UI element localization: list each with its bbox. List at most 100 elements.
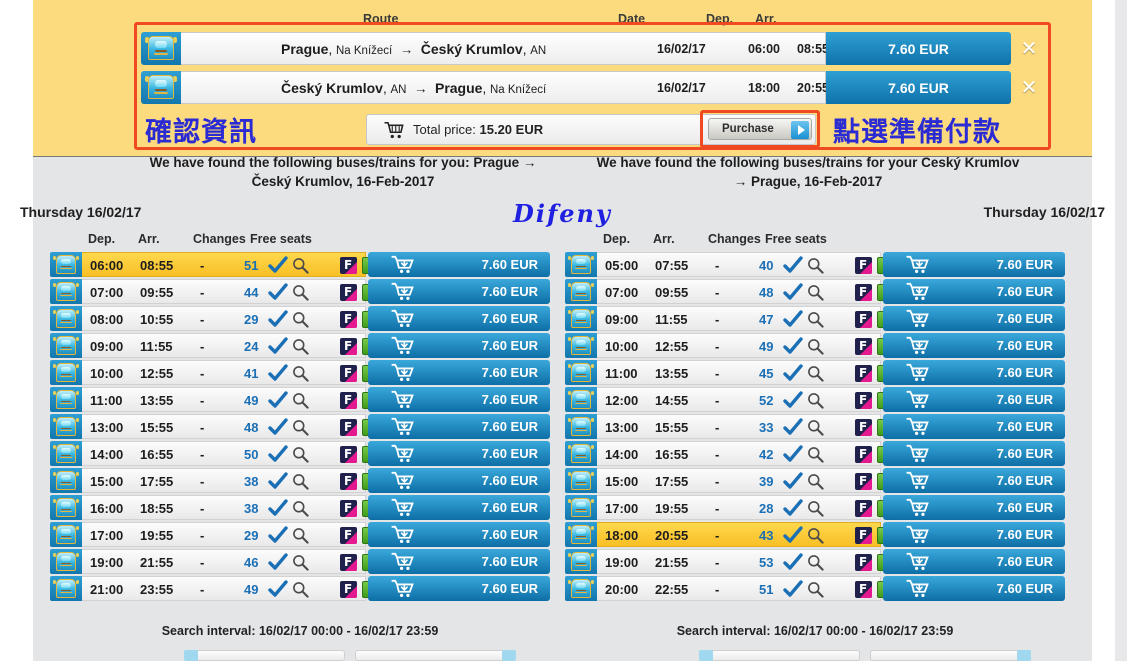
facebook-icon[interactable]: F [855, 365, 872, 382]
buy-button[interactable]: 7.60 EUR [883, 441, 1065, 466]
buy-button[interactable]: 7.60 EUR [883, 360, 1065, 385]
table-row[interactable]: 07:0009:55-44Fi7.60 EUR [50, 279, 550, 304]
magnifier-icon[interactable] [807, 527, 824, 544]
earlier-button-right[interactable] [699, 650, 860, 661]
table-row[interactable]: 19:0021:55-53Fi7.60 EUR [565, 549, 1065, 574]
buy-button[interactable]: 7.60 EUR [883, 306, 1065, 331]
buy-button[interactable]: 7.60 EUR [883, 414, 1065, 439]
table-row[interactable]: 14:0016:55-50Fi7.60 EUR [50, 441, 550, 466]
facebook-icon[interactable]: F [340, 446, 357, 463]
buy-button[interactable]: 7.60 EUR [368, 441, 550, 466]
buy-button[interactable]: 7.60 EUR [368, 414, 550, 439]
table-row[interactable]: 07:0009:55-48Fi7.60 EUR [565, 279, 1065, 304]
buy-button[interactable]: 7.60 EUR [368, 333, 550, 358]
facebook-icon[interactable]: F [340, 419, 357, 436]
table-row[interactable]: 11:0013:55-45Fi7.60 EUR [565, 360, 1065, 385]
buy-button[interactable]: 7.60 EUR [883, 387, 1065, 412]
buy-button[interactable]: 7.60 EUR [368, 360, 550, 385]
buy-button[interactable]: 7.60 EUR [368, 252, 550, 277]
vertical-scrollbar[interactable] [1115, 0, 1127, 661]
table-row[interactable]: 10:0012:55-41Fi7.60 EUR [50, 360, 550, 385]
later-button-right[interactable] [870, 650, 1031, 661]
facebook-icon[interactable]: F [855, 284, 872, 301]
facebook-icon[interactable]: F [855, 392, 872, 409]
facebook-icon[interactable]: F [340, 527, 357, 544]
facebook-icon[interactable]: F [855, 338, 872, 355]
facebook-icon[interactable]: F [340, 365, 357, 382]
buy-button[interactable]: 7.60 EUR [368, 468, 550, 493]
magnifier-icon[interactable] [292, 257, 309, 274]
magnifier-icon[interactable] [292, 311, 309, 328]
buy-button[interactable]: 7.60 EUR [883, 576, 1065, 601]
table-row[interactable]: 10:0012:55-49Fi7.60 EUR [565, 333, 1065, 358]
facebook-icon[interactable]: F [855, 446, 872, 463]
facebook-icon[interactable]: F [855, 419, 872, 436]
table-row[interactable]: 13:0015:55-33Fi7.60 EUR [565, 414, 1065, 439]
magnifier-icon[interactable] [807, 257, 824, 274]
magnifier-icon[interactable] [292, 284, 309, 301]
table-row[interactable]: 14:0016:55-42Fi7.60 EUR [565, 441, 1065, 466]
magnifier-icon[interactable] [292, 554, 309, 571]
buy-button[interactable]: 7.60 EUR [883, 279, 1065, 304]
buy-button[interactable]: 7.60 EUR [368, 306, 550, 331]
magnifier-icon[interactable] [292, 338, 309, 355]
basket-item[interactable]: Český Krumlov, AN → Prague, Na Knížecí 1… [141, 71, 1044, 104]
table-row[interactable]: 15:0017:55-39Fi7.60 EUR [565, 468, 1065, 493]
facebook-icon[interactable]: F [340, 473, 357, 490]
magnifier-icon[interactable] [807, 419, 824, 436]
buy-button[interactable]: 7.60 EUR [883, 522, 1065, 547]
facebook-icon[interactable]: F [855, 473, 872, 490]
magnifier-icon[interactable] [807, 500, 824, 517]
facebook-icon[interactable]: F [855, 581, 872, 598]
table-row[interactable]: 05:0007:55-40Fi7.60 EUR [565, 252, 1065, 277]
table-row[interactable]: 12:0014:55-52Fi7.60 EUR [565, 387, 1065, 412]
facebook-icon[interactable]: F [340, 554, 357, 571]
buy-button[interactable]: 7.60 EUR [368, 522, 550, 547]
facebook-icon[interactable]: F [855, 527, 872, 544]
facebook-icon[interactable]: F [340, 338, 357, 355]
table-row[interactable]: 17:0019:55-28Fi7.60 EUR [565, 495, 1065, 520]
magnifier-icon[interactable] [292, 365, 309, 382]
earlier-button-left[interactable] [184, 650, 345, 661]
magnifier-icon[interactable] [292, 527, 309, 544]
buy-button[interactable]: 7.60 EUR [368, 576, 550, 601]
buy-button[interactable]: 7.60 EUR [368, 549, 550, 574]
buy-button[interactable]: 7.60 EUR [883, 495, 1065, 520]
magnifier-icon[interactable] [292, 581, 309, 598]
magnifier-icon[interactable] [807, 392, 824, 409]
table-row[interactable]: 21:0023:55-49Fi7.60 EUR [50, 576, 550, 601]
basket-item-remove-button[interactable]: ✕ [1014, 71, 1044, 104]
facebook-icon[interactable]: F [855, 257, 872, 274]
table-row[interactable]: 15:0017:55-38Fi7.60 EUR [50, 468, 550, 493]
magnifier-icon[interactable] [807, 338, 824, 355]
table-row[interactable]: 19:0021:55-46Fi7.60 EUR [50, 549, 550, 574]
facebook-icon[interactable]: F [855, 311, 872, 328]
basket-item[interactable]: Prague, Na Knížecí → Český Krumlov, AN 1… [141, 32, 1044, 65]
magnifier-icon[interactable] [292, 419, 309, 436]
buy-button[interactable]: 7.60 EUR [883, 333, 1065, 358]
facebook-icon[interactable]: F [340, 392, 357, 409]
magnifier-icon[interactable] [807, 473, 824, 490]
magnifier-icon[interactable] [807, 554, 824, 571]
facebook-icon[interactable]: F [340, 500, 357, 517]
table-row[interactable]: 08:0010:55-29Fi7.60 EUR [50, 306, 550, 331]
magnifier-icon[interactable] [807, 446, 824, 463]
table-row[interactable]: 06:0008:55-51Fi7.60 EUR [50, 252, 550, 277]
magnifier-icon[interactable] [807, 365, 824, 382]
facebook-icon[interactable]: F [855, 554, 872, 571]
table-row[interactable]: 16:0018:55-38Fi7.60 EUR [50, 495, 550, 520]
magnifier-icon[interactable] [807, 311, 824, 328]
later-button-left[interactable] [355, 650, 516, 661]
facebook-icon[interactable]: F [855, 500, 872, 517]
table-row[interactable]: 17:0019:55-29Fi7.60 EUR [50, 522, 550, 547]
facebook-icon[interactable]: F [340, 311, 357, 328]
facebook-icon[interactable]: F [340, 284, 357, 301]
buy-button[interactable]: 7.60 EUR [883, 468, 1065, 493]
buy-button[interactable]: 7.60 EUR [368, 387, 550, 412]
magnifier-icon[interactable] [807, 284, 824, 301]
buy-button[interactable]: 7.60 EUR [883, 549, 1065, 574]
magnifier-icon[interactable] [292, 446, 309, 463]
facebook-icon[interactable]: F [340, 581, 357, 598]
table-row[interactable]: 11:0013:55-49Fi7.60 EUR [50, 387, 550, 412]
purchase-button[interactable]: Purchase [708, 118, 812, 140]
